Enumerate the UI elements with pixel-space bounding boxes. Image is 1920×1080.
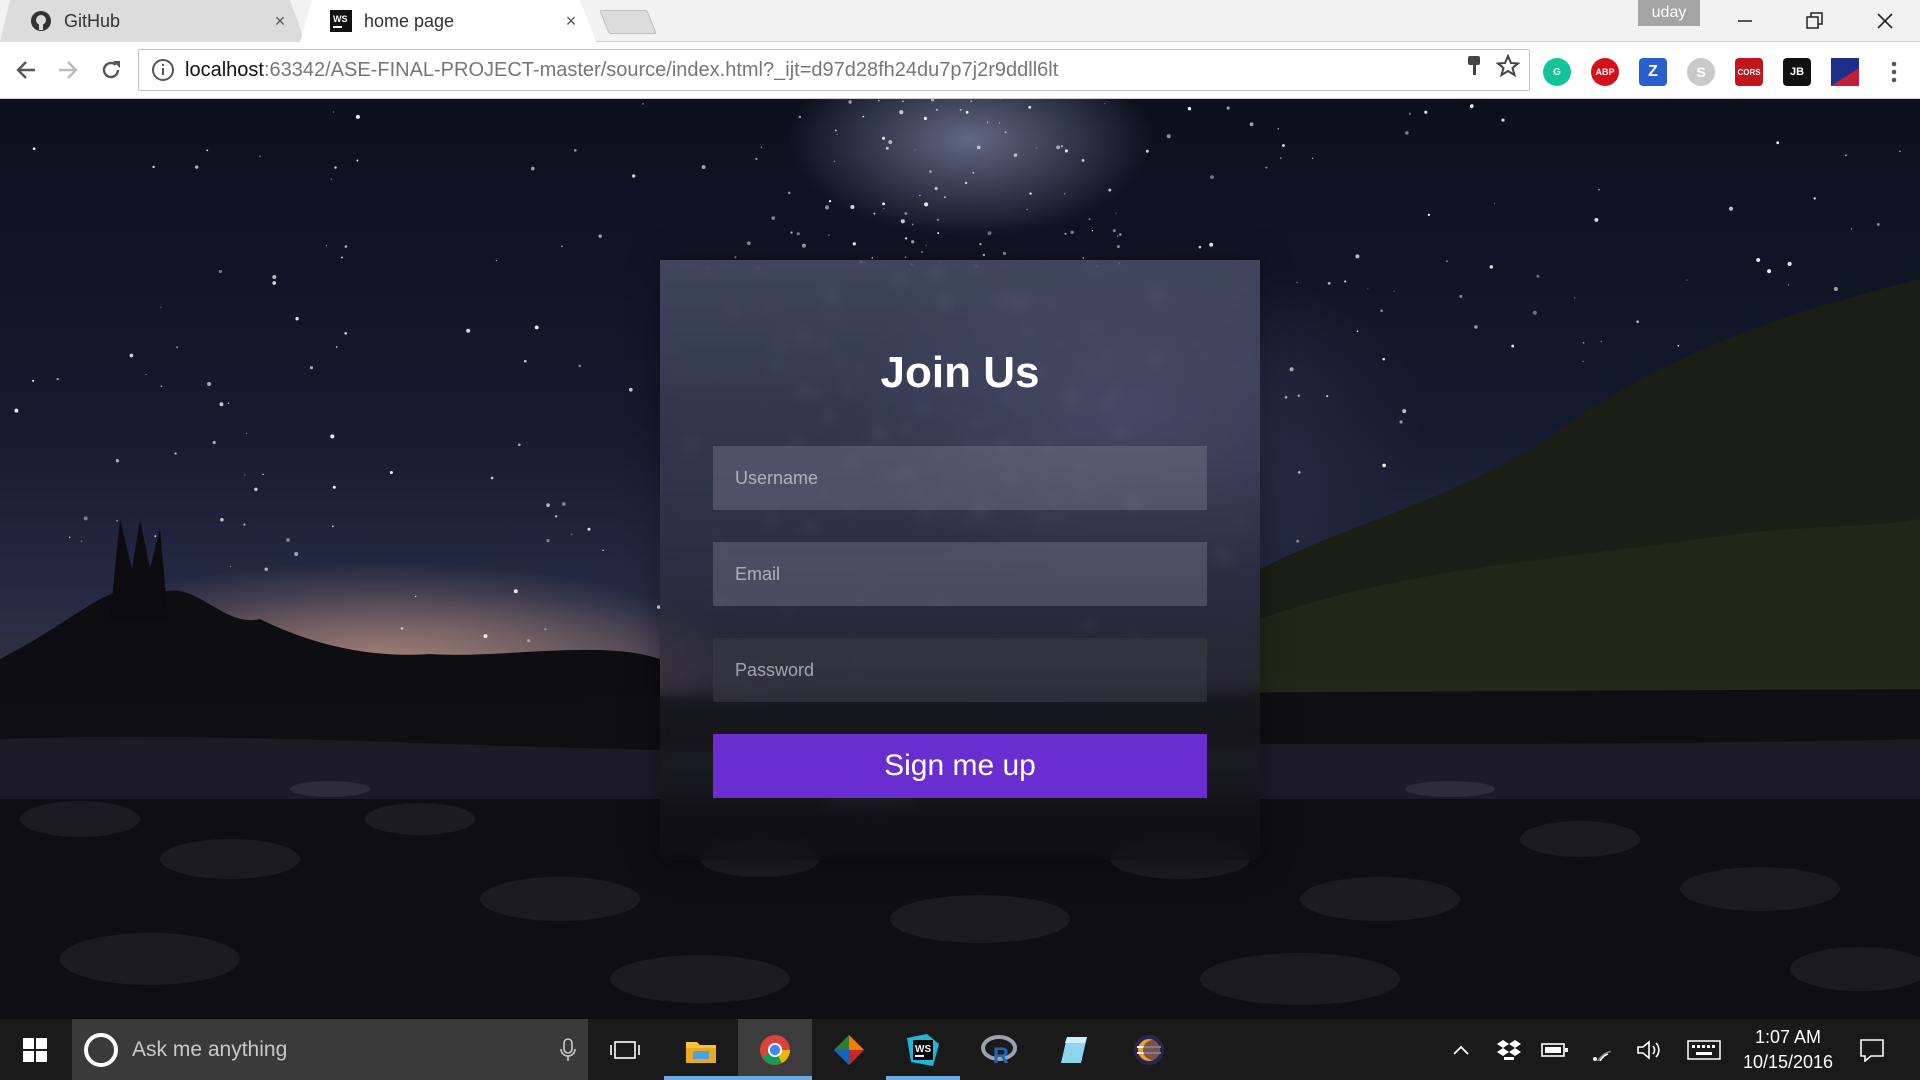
tab-label: GitHub: [64, 10, 121, 31]
tab-strip: GitHub × WS home page × uday: [0, 0, 1920, 42]
url-path: :63342/ASE-FINAL-PROJECT-master/source/i…: [263, 58, 1059, 81]
cors-icon[interactable]: CORS: [1735, 58, 1763, 86]
browser-toolbar: localhost:63342/ASE-FINAL-PROJECT-master…: [0, 42, 1920, 99]
menu-icon[interactable]: [1880, 56, 1908, 88]
page-background: Join Us Sign me up: [0, 99, 1920, 1019]
restore-icon[interactable]: [1780, 0, 1850, 42]
reload-icon[interactable]: [93, 52, 129, 88]
minimize-icon[interactable]: [1710, 0, 1780, 42]
taskbar: Ask me anything WS R 1:07 AM 10/15/2016: [0, 1019, 1920, 1080]
new-tab-button[interactable]: [599, 10, 657, 34]
profile-badge[interactable]: uday: [1638, 0, 1700, 26]
info-icon[interactable]: [151, 58, 175, 82]
url-text: localhost:63342/ASE-FINAL-PROJECT-master…: [185, 59, 1058, 82]
search-placeholder: Ask me anything: [132, 1037, 288, 1061]
clock-date: 10/15/2016: [1742, 1052, 1834, 1072]
keyboard-icon[interactable]: [1684, 1019, 1724, 1080]
url-host: localhost: [185, 58, 264, 81]
jetbrains-icon[interactable]: JB: [1783, 58, 1811, 86]
tab-github[interactable]: GitHub ×: [0, 0, 305, 42]
tab-home-page[interactable]: WS home page ×: [300, 0, 596, 42]
action-center-icon[interactable]: [1852, 1019, 1892, 1080]
tab-label: home page: [364, 10, 455, 31]
svg-text:R: R: [993, 1043, 1009, 1065]
battery-icon[interactable]: [1538, 1019, 1572, 1080]
microphone-icon[interactable]: [548, 1030, 588, 1070]
cortana-search-box[interactable]: Ask me anything: [72, 1019, 588, 1080]
cortana-icon: [84, 1032, 118, 1067]
password-input[interactable]: [713, 638, 1207, 702]
clock-time: 1:07 AM: [1754, 1027, 1822, 1047]
address-bar[interactable]: localhost:63342/ASE-FINAL-PROJECT-master…: [138, 49, 1530, 91]
chrome-icon[interactable]: [738, 1019, 812, 1080]
adblock-icon[interactable]: ABP: [1591, 58, 1619, 86]
file-explorer-icon[interactable]: [664, 1019, 738, 1080]
email-input[interactable]: [713, 542, 1207, 606]
volume-icon[interactable]: [1632, 1019, 1666, 1080]
webstorm-icon: WS: [330, 10, 352, 32]
task-view-icon[interactable]: [588, 1019, 662, 1080]
svg-text:WS: WS: [915, 1044, 931, 1055]
grammarly-icon[interactable]: G: [1543, 58, 1571, 86]
flag-extension-icon[interactable]: [1831, 58, 1859, 86]
forward-icon[interactable]: [50, 52, 86, 88]
zotero-icon[interactable]: Z: [1639, 58, 1667, 86]
r-language-icon[interactable]: R: [962, 1019, 1036, 1080]
dropbox-icon[interactable]: [1492, 1019, 1526, 1080]
sign-up-button[interactable]: Sign me up: [713, 734, 1207, 798]
windows-start-icon[interactable]: [0, 1019, 70, 1080]
key-icon[interactable]: [1460, 52, 1488, 80]
close-tab-icon[interactable]: ×: [269, 10, 291, 32]
chevron-up-icon[interactable]: [1446, 1019, 1476, 1080]
eclipse-icon[interactable]: [1112, 1019, 1186, 1080]
notepad-icon[interactable]: [1037, 1019, 1111, 1080]
svg-text:WS: WS: [333, 14, 348, 24]
close-tab-icon[interactable]: ×: [560, 10, 582, 32]
back-icon[interactable]: [8, 52, 44, 88]
close-window-icon[interactable]: [1850, 0, 1920, 42]
webstorm-taskbar-icon[interactable]: WS: [886, 1019, 960, 1080]
form-title: Join Us: [880, 348, 1040, 397]
signup-card: Join Us Sign me up: [660, 260, 1260, 860]
skype-icon[interactable]: S: [1687, 58, 1715, 86]
github-icon: [30, 10, 52, 32]
gitkraken-icon[interactable]: [812, 1019, 886, 1080]
username-input[interactable]: [713, 446, 1207, 510]
system-clock[interactable]: 1:07 AM 10/15/2016: [1728, 1025, 1848, 1075]
wifi-icon[interactable]: [1586, 1019, 1620, 1080]
bookmark-star-icon[interactable]: [1494, 52, 1522, 80]
